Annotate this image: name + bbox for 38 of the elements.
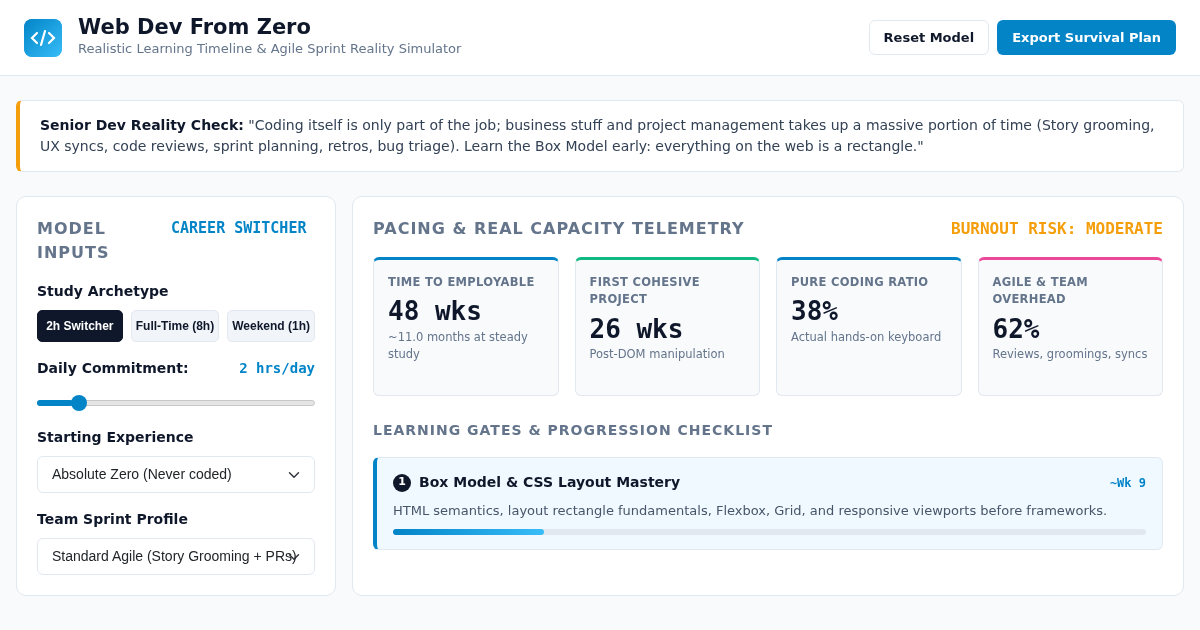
code-logo-icon	[24, 18, 62, 57]
metric-note: Actual hands-on keyboard	[791, 329, 943, 347]
gate-description: HTML semantics, layout rectangle fundamentals, Flexbox, Grid, and responsive viewports before frameworks.	[393, 502, 1109, 520]
field-label: Team Sprint Profile	[37, 510, 189, 529]
reality-check-callout: Senior Dev Reality Check: "Coding itself is only part of the job; business stuff and project management takes up a massive portion of time (Story grooming, UX syncs, code reviews, sprint planning, retros, bug triage). Learn the Box Model early: everything on the web is a rectangle."	[16, 100, 1184, 172]
field-label: Daily Commitment:	[37, 359, 189, 378]
metric-note: Post-DOM manipulation	[589, 346, 726, 364]
experience-select[interactable]: Absolute Zero (Never coded)	[37, 456, 315, 493]
metric-label: PURE CODING RATIO	[791, 274, 930, 291]
commitment-reading: 2 hrs/day	[239, 359, 315, 378]
metric-value: 38%	[791, 295, 839, 329]
metric-label: TIME TO EMPLOYABLE	[388, 274, 536, 291]
metric-note: Reviews, groomings, syncs	[992, 346, 1148, 364]
metric-value: 62%	[992, 312, 1041, 346]
gate-title: Box Model & CSS Layout Mastery	[419, 473, 681, 492]
panel-title: MODEL INPUTS	[37, 218, 111, 264]
app-subtitle: Realistic Learning Timeline & Agile Sprint Reality Simulator	[78, 40, 462, 59]
export-button[interactable]: Export Survival Plan	[997, 19, 1176, 56]
archetype-toggle[interactable]: Weekend (1h)	[227, 310, 315, 342]
step-number: 1	[393, 473, 411, 492]
field-label: Starting Experience	[37, 428, 195, 447]
reset-button[interactable]: Reset Model	[868, 19, 990, 56]
metric-note: ~11.0 months at steady study	[388, 329, 529, 364]
app-title: Web Dev From Zero	[78, 16, 312, 40]
section-title: LEARNING GATES & PROGRESSION CHECKLIST	[373, 421, 774, 440]
field-label: Study Archetype	[37, 282, 170, 301]
profile-label: CAREER SWITCHER	[171, 218, 308, 239]
sprint-profile-select[interactable]: Standard Agile (Story Grooming + PRs)	[37, 538, 315, 575]
commitment-slider[interactable]	[37, 395, 315, 411]
metric-label: AGILE & TEAM OVERHEAD	[992, 274, 1089, 309]
gate-week: ~Wk 9	[1109, 474, 1146, 492]
panel-title: PACING & REAL CAPACITY TELEMETRY	[373, 218, 745, 240]
metric-label: FIRST COHESIVE PROJECT	[589, 274, 701, 309]
metric-value: 48 wks	[388, 295, 483, 329]
archetype-toggle[interactable]: Full-Time (8h)	[130, 310, 220, 342]
metric-value: 26 wks	[589, 312, 685, 346]
burnout-risk-label: BURNOUT RISK: MODERATE	[951, 218, 1163, 240]
archetype-toggle[interactable]: 2h Switcher	[37, 310, 123, 342]
